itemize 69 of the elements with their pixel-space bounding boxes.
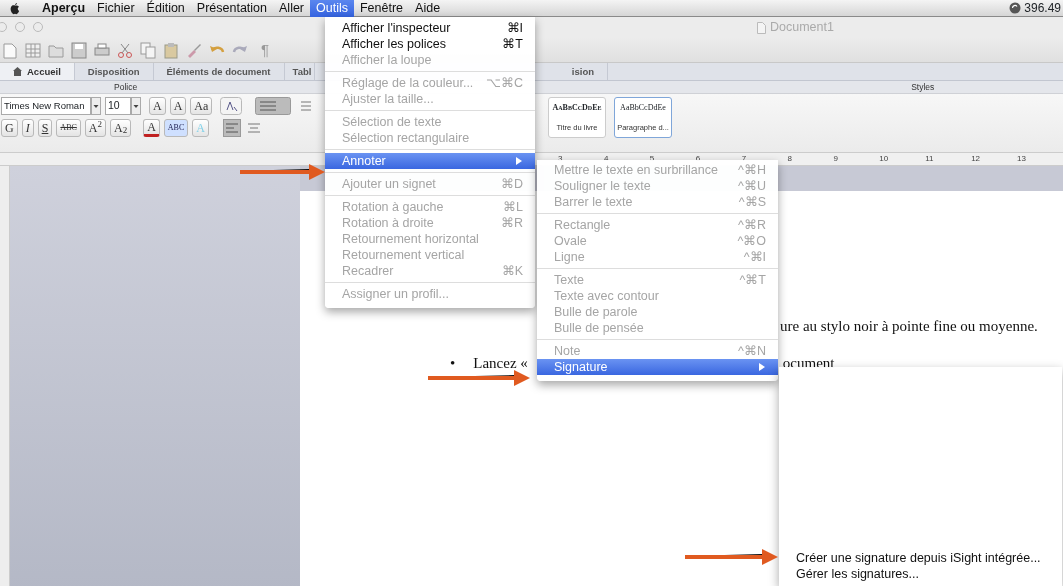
format-button[interactable]: ABC [56,119,81,137]
ribbon-tab[interactable]: Accueil [0,63,75,80]
shrink-font-button[interactable]: A [169,97,187,115]
ruler-number: 10 [879,153,890,165]
document-text: Lancez « [473,353,528,373]
menu-bar-item[interactable]: Aller [273,0,311,17]
ruler-number: 5 [649,153,656,165]
format-button[interactable]: S [37,119,53,137]
menu-item[interactable]: Afficher l'inspecteur ⌘I [325,20,535,36]
dropdown-icon[interactable] [131,97,141,115]
ruler-number: 9 [833,153,839,165]
window-controls-icon[interactable] [0,21,44,33]
font-field[interactable]: Times New Roman [1,97,91,115]
ruler-number: 13 [1017,153,1027,165]
format-button[interactable]: G [1,119,18,137]
document-icon [757,21,766,34]
menu-bar-item[interactable]: Aperçu [36,0,92,17]
ruler-number: 8 [787,153,793,165]
window-title: Document1 [770,19,834,37]
home-icon [13,67,22,76]
ribbon-tab[interactable]: Disposition [74,63,154,80]
dropdown-icon[interactable] [91,97,101,115]
format-button[interactable]: I [21,119,34,137]
bullet-list-icon[interactable] [255,97,292,115]
format-button[interactable]: ABC [163,119,189,137]
menu-item[interactable]: Gérer les signatures... [779,566,1062,582]
new-document-icon[interactable] [2,41,18,59]
font-size-field[interactable]: 10 [105,97,131,115]
menu-item[interactable]: Créer une signature depuis iSight intégrée... [779,550,1062,566]
menu-bar-item[interactable]: Aide [409,0,447,17]
grid-icon[interactable] [25,41,41,59]
document-text: ocument [782,353,835,373]
menu-item[interactable]: Afficher les polices ⌘T [325,36,535,52]
paste-icon[interactable] [163,41,179,59]
format-button[interactable]: A$^{2}$ [84,119,106,137]
save-icon[interactable] [71,41,87,59]
style-preview: AaBbCcDdEe [620,101,666,114]
change-case-button[interactable]: Aa [190,97,213,115]
ruler-number: 12 [971,153,982,165]
menu-item[interactable]: Annoter [325,153,535,169]
grow-font-button[interactable]: A [149,97,166,115]
menu-bar-item[interactable]: Fenêtre [354,0,410,17]
align-left-icon[interactable] [222,119,241,137]
ruler-number: 11 [925,153,935,165]
menu-bar-item[interactable]: Présentation [190,0,273,17]
menu-bar-item[interactable]: Édition [140,0,191,17]
menu-item[interactable]: Signature [537,359,778,375]
ruler-number: 6 [695,153,702,165]
menu-bar-item[interactable]: Outils [310,0,354,17]
brush-icon[interactable] [186,41,202,59]
style-preview: AaBbCcDdEe [552,101,602,114]
ribbon-tab[interactable]: Tabl [284,63,316,80]
ruler-number: 7 [741,153,748,164]
scissors-icon[interactable] [117,41,133,59]
format-button[interactable]: A$_{2}$ [110,119,132,137]
ribbon-tab[interactable]: ision [571,63,608,80]
bullet: • [450,353,456,373]
print-icon[interactable] [94,41,110,59]
apple-icon[interactable] [8,1,22,15]
menu-bar-item[interactable]: Fichier [91,0,141,17]
group-label: Styles [911,81,935,93]
status-text: 396.49 [1024,0,1061,17]
group-label: Police [114,81,138,93]
sync-icon[interactable] [1009,2,1022,14]
document-text: ure au stylo noir à pointe fine ou moyenne. [780,317,1039,336]
ribbon-tab[interactable]: Éléments de document [153,63,285,80]
format-button[interactable]: A [143,119,160,137]
copy-icon[interactable] [140,41,156,59]
ruler-number: 4 [603,153,610,165]
